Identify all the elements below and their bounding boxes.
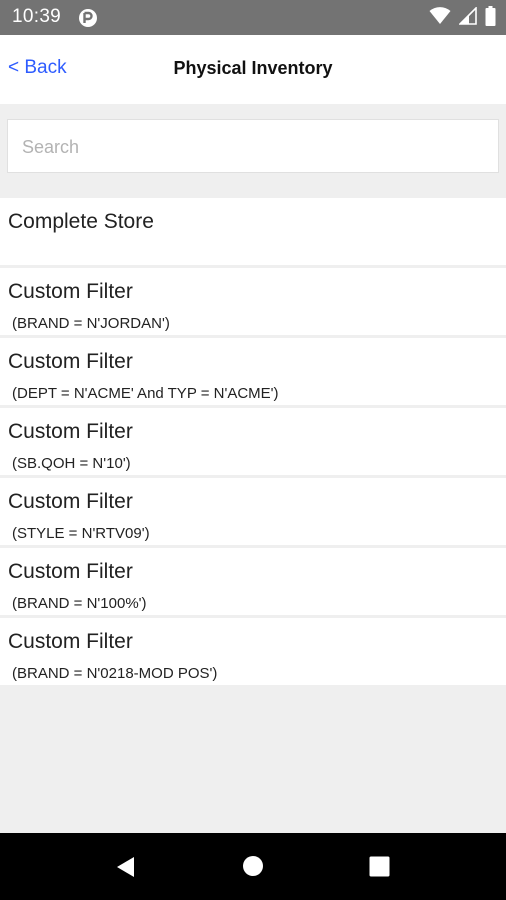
list-item-title: Custom Filter (8, 350, 133, 373)
home-circle-icon[interactable] (242, 855, 264, 877)
battery-icon (485, 5, 496, 31)
list-item-subtitle: (BRAND = N'0218-MOD POS') (12, 665, 218, 682)
list-item[interactable]: Custom Filter (STYLE = N'RTV09') (0, 478, 506, 545)
system-nav-bar (0, 833, 506, 900)
filter-list: Complete Store Custom Filter (BRAND = N'… (0, 198, 506, 685)
list-item-subtitle: (DEPT = N'ACME' And TYP = N'ACME') (12, 385, 279, 402)
list-item[interactable]: Custom Filter (DEPT = N'ACME' And TYP = … (0, 338, 506, 405)
list-item[interactable]: Custom Filter (BRAND = N'JORDAN') (0, 268, 506, 335)
status-time: 10:39 (12, 6, 62, 27)
search-box (7, 119, 499, 174)
list-item-subtitle: (STYLE = N'RTV09') (12, 525, 150, 542)
app-notification-icon (79, 9, 97, 27)
header-bar: < Back Physical Inventory (0, 35, 506, 104)
list-item-title: Custom Filter (8, 490, 133, 513)
list-item-subtitle: (BRAND = N'100%') (12, 595, 147, 612)
status-bar: 10:39 (0, 0, 506, 35)
list-item[interactable]: Custom Filter (SB.QOH = N'10') (0, 408, 506, 475)
cell-signal-icon (458, 5, 477, 30)
list-item-subtitle: (SB.QOH = N'10') (12, 455, 131, 472)
wifi-icon (429, 6, 451, 30)
back-triangle-icon[interactable] (114, 855, 138, 879)
list-item-title: Complete Store (8, 210, 154, 233)
list-item-title: Custom Filter (8, 630, 133, 653)
list-item-title: Custom Filter (8, 560, 133, 583)
list-item-subtitle: (BRAND = N'JORDAN') (12, 315, 170, 332)
search-input[interactable] (20, 120, 484, 174)
list-item-title: Custom Filter (8, 280, 133, 303)
list-item-complete-store[interactable]: Complete Store (0, 198, 506, 265)
search-container (0, 104, 506, 196)
list-item-title: Custom Filter (8, 420, 133, 443)
recents-square-icon[interactable] (369, 856, 390, 877)
list-item[interactable]: Custom Filter (BRAND = N'0218-MOD POS') (0, 618, 506, 685)
page-title: Physical Inventory (173, 58, 333, 78)
status-icons (429, 5, 496, 31)
list-item[interactable]: Custom Filter (BRAND = N'100%') (0, 548, 506, 615)
